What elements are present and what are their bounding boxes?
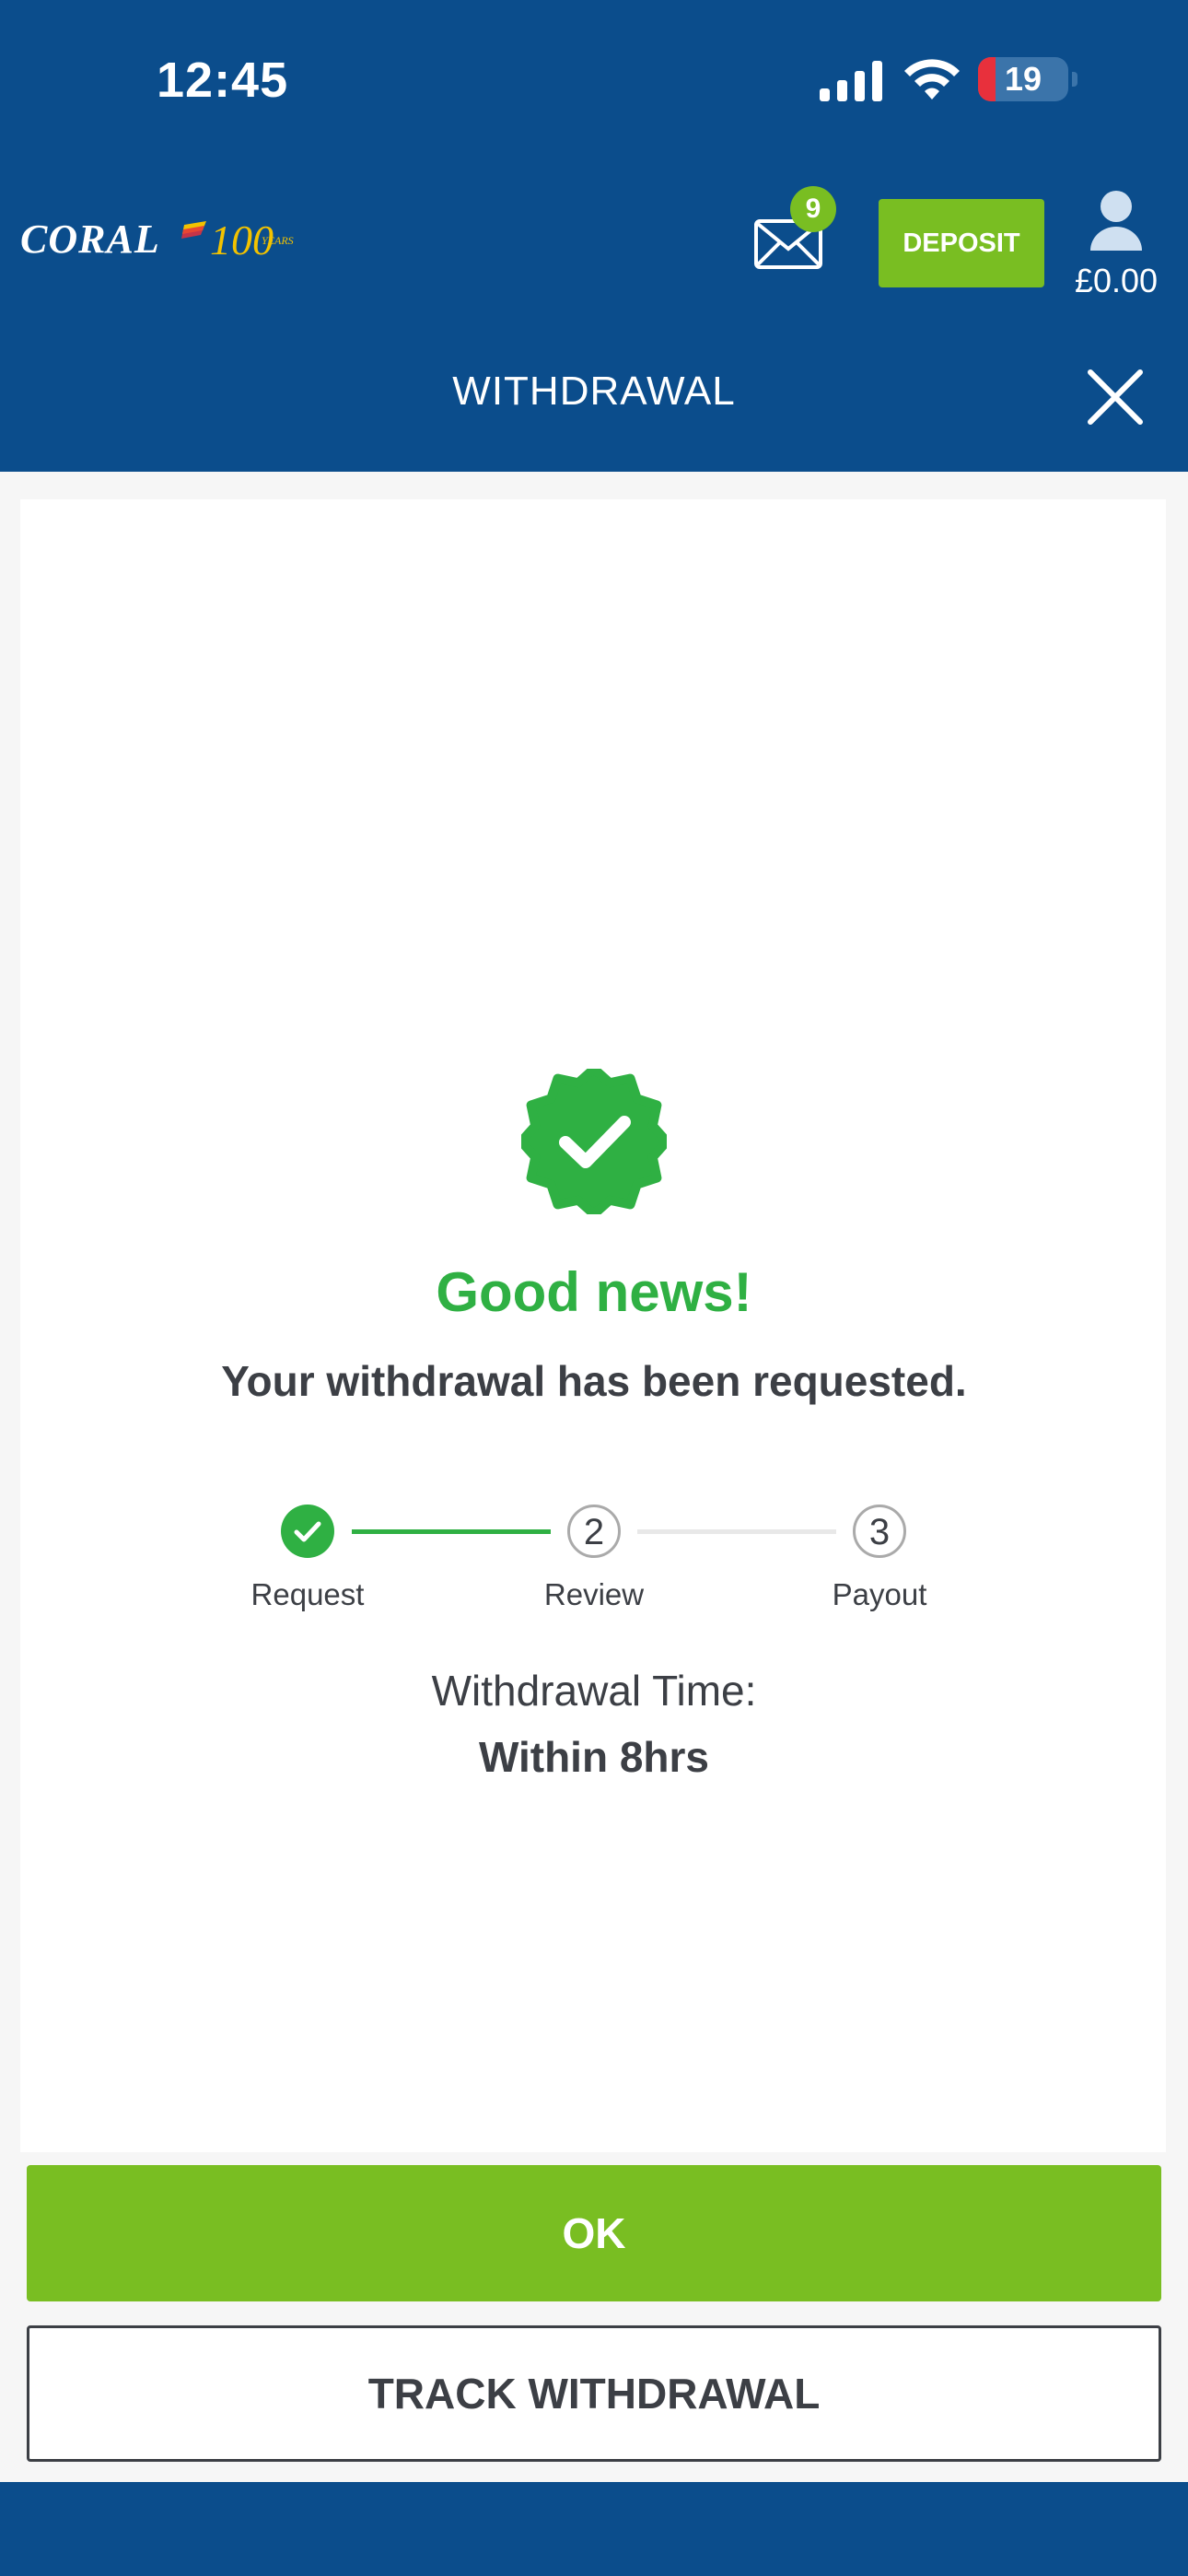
close-icon — [1088, 369, 1143, 425]
user-icon — [1090, 191, 1142, 251]
message-count-badge: 9 — [790, 186, 836, 232]
status-icons: 19 — [820, 53, 1087, 109]
withdrawal-time-label: Withdrawal Time: — [431, 1667, 757, 1715]
ok-button[interactable]: OK — [27, 2165, 1161, 2301]
account-button[interactable]: £0.00 — [1059, 184, 1173, 304]
progress-line-pending — [637, 1529, 836, 1534]
coral-logo[interactable]: CORAL 100 YEARS — [20, 214, 297, 269]
track-withdrawal-button[interactable]: TRACK WITHDRAWAL — [27, 2325, 1161, 2462]
battery-value: 19 — [1004, 60, 1042, 98]
success-message: Your withdrawal has been requested. — [221, 1357, 967, 1405]
logo-years: YEARS — [262, 234, 294, 247]
step-review-label: Review — [543, 1577, 645, 1611]
withdrawal-time-value: Within 8hrs — [478, 1733, 710, 1781]
confirmation-card — [20, 499, 1166, 2152]
battery-icon: 19 — [978, 57, 1068, 101]
deposit-button[interactable]: DEPOSIT — [879, 199, 1044, 287]
close-button[interactable] — [1085, 367, 1146, 427]
withdrawal-progress: 2 3 Request Review Payout — [0, 1502, 1188, 1622]
verified-badge-icon — [521, 1069, 667, 1214]
status-time: 12:45 — [157, 53, 289, 108]
account-balance: £0.00 — [1074, 262, 1159, 299]
progress-line-complete — [352, 1529, 551, 1534]
wifi-icon — [904, 59, 960, 100]
logo-text: CORAL — [20, 217, 160, 262]
flag-icon — [181, 221, 206, 239]
success-title: Good news! — [436, 1261, 752, 1323]
step-review-number: 2 — [567, 1505, 621, 1558]
checkmark-icon — [294, 1521, 321, 1542]
step-request-complete — [281, 1505, 334, 1558]
footer-bar — [0, 2482, 1188, 2576]
step-payout-label: Payout — [832, 1577, 927, 1611]
signal-icon — [820, 61, 882, 101]
step-request-label: Request — [250, 1577, 365, 1611]
page-title: WITHDRAWAL — [452, 369, 736, 414]
battery-nub — [1072, 72, 1077, 87]
step-payout-number: 3 — [853, 1505, 906, 1558]
